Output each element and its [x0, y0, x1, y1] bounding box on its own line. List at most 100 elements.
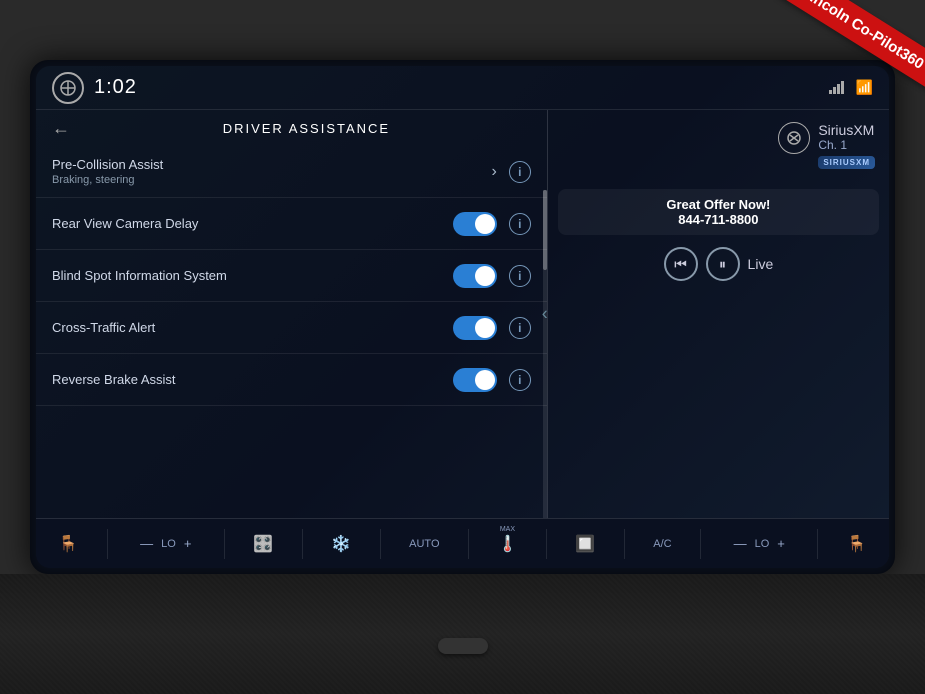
- menu-item-pre-collision[interactable]: Pre-Collision Assist Braking, steering ›…: [36, 146, 547, 198]
- defrost-icon: 🌡️: [497, 534, 517, 554]
- temp-left-group: — LO +: [136, 534, 195, 553]
- info-button-blind-spot[interactable]: i: [509, 265, 531, 287]
- offer-box: Great Offer Now! 844-711-8800: [558, 189, 879, 235]
- reverse-brake-label: Reverse Brake Assist: [52, 372, 453, 387]
- scroll-indicator: [543, 190, 547, 518]
- driver-assistance-panel: ← DRIVER ASSISTANCE Pre-Collision Assist…: [36, 110, 548, 518]
- temp-right-plus-button[interactable]: +: [773, 534, 789, 553]
- blind-spot-label: Blind Spot Information System: [52, 268, 453, 283]
- sirius-panel: ‹ SiriusXM Ch. 1 SIRIUSXM: [548, 110, 889, 518]
- cross-traffic-toggle[interactable]: [453, 316, 497, 340]
- divider: [302, 529, 303, 559]
- divider: [224, 529, 225, 559]
- pre-collision-sub: Braking, steering: [52, 174, 491, 186]
- offer-phone: 844-711-8800: [570, 212, 867, 227]
- sirius-info: SiriusXM Ch. 1 SIRIUSXM: [818, 122, 875, 169]
- back-button[interactable]: ←: [52, 118, 70, 139]
- seat-left-icon: 🪑: [58, 534, 78, 554]
- offer-title: Great Offer Now!: [570, 197, 867, 212]
- sirius-name: SiriusXM: [818, 122, 874, 138]
- cross-traffic-label: Cross-Traffic Alert: [52, 320, 453, 335]
- main-screen: 1:02 📶: [36, 66, 889, 568]
- divider: [380, 529, 381, 559]
- scroll-thumb: [543, 190, 547, 270]
- menu-item-text: Blind Spot Information System: [52, 268, 453, 283]
- toggle-knob: [475, 370, 495, 390]
- fan-group: ❄️: [331, 534, 351, 554]
- reverse-brake-controls: i: [453, 368, 531, 392]
- rewind-button[interactable]: ⏮: [664, 247, 698, 281]
- menu-item-text: Rear View Camera Delay: [52, 216, 453, 231]
- content-area: ← DRIVER ASSISTANCE Pre-Collision Assist…: [36, 110, 889, 518]
- menu-item-cross-traffic[interactable]: Cross-Traffic Alert i: [36, 302, 547, 354]
- rear-defrost-group: 🔲: [575, 534, 595, 554]
- chevron-left-icon: ‹: [542, 304, 548, 325]
- divider: [700, 529, 701, 559]
- info-button-reverse-brake[interactable]: i: [509, 369, 531, 391]
- rear-defrost-icon: 🔲: [575, 534, 595, 554]
- sirius-icon: [778, 122, 810, 154]
- menu-item-text: Pre-Collision Assist Braking, steering: [52, 157, 491, 186]
- info-button-pre-collision[interactable]: i: [509, 161, 531, 183]
- sirius-channel: Ch. 1: [818, 138, 847, 152]
- top-bar: 1:02 📶: [36, 66, 889, 110]
- live-label: Live: [748, 256, 774, 272]
- temp-left-plus-button[interactable]: +: [180, 534, 196, 553]
- defrost-group: MAX 🌡️: [497, 534, 517, 554]
- pre-collision-controls: › i: [491, 161, 530, 183]
- steering-icon: 🎛️: [253, 534, 273, 554]
- reverse-brake-toggle[interactable]: [453, 368, 497, 392]
- seat-right-icon: 🪑: [847, 534, 867, 554]
- panel-header: ← DRIVER ASSISTANCE: [36, 110, 547, 146]
- toggle-knob: [475, 214, 495, 234]
- toggle-knob: [475, 318, 495, 338]
- pause-button[interactable]: ⏸: [706, 247, 740, 281]
- lincoln-logo: [52, 72, 84, 104]
- info-button-rear-view[interactable]: i: [509, 213, 531, 235]
- rear-view-toggle[interactable]: [453, 212, 497, 236]
- menu-item-reverse-brake[interactable]: Reverse Brake Assist i: [36, 354, 547, 406]
- pre-collision-label: Pre-Collision Assist: [52, 157, 491, 172]
- copilot-ribbon-text: Lincoln Co-Pilot360: [778, 0, 925, 90]
- temp-left-minus-button[interactable]: —: [136, 534, 157, 553]
- dash-knob: [438, 638, 488, 654]
- rear-view-controls: i: [453, 212, 531, 236]
- temp-left-lo: LO: [161, 538, 176, 550]
- panel-title: DRIVER ASSISTANCE: [82, 121, 531, 136]
- temp-right-minus-button[interactable]: —: [730, 534, 751, 553]
- auto-label[interactable]: AUTO: [409, 538, 439, 550]
- dash-texture: [0, 574, 925, 694]
- menu-list: Pre-Collision Assist Braking, steering ›…: [36, 146, 547, 518]
- ac-group: A/C: [653, 538, 671, 550]
- blind-spot-controls: i: [453, 264, 531, 288]
- climate-bar: 🪑 — LO + 🎛️ ❄️: [36, 518, 889, 568]
- info-button-cross-traffic[interactable]: i: [509, 317, 531, 339]
- car-frame: Lincoln Co-Pilot360 1:02: [0, 0, 925, 694]
- divider: [817, 529, 818, 559]
- menu-item-blind-spot[interactable]: Blind Spot Information System i: [36, 250, 547, 302]
- temp-right-group: — LO +: [730, 534, 789, 553]
- screen-bezel: 1:02 📶: [30, 60, 895, 574]
- fan-icon: ❄️: [331, 534, 351, 554]
- copilot-badge: Lincoln Co-Pilot360: [765, 0, 925, 100]
- toggle-knob: [475, 266, 495, 286]
- clock-display: 1:02: [94, 76, 137, 99]
- menu-item-rear-view[interactable]: Rear View Camera Delay i: [36, 198, 547, 250]
- sirius-header: SiriusXM Ch. 1 SIRIUSXM: [558, 118, 879, 173]
- seat-left-group: 🪑: [58, 534, 78, 554]
- sirius-logo-badge: SIRIUSXM: [818, 156, 875, 169]
- chevron-right-icon: ›: [491, 163, 496, 181]
- max-label: MAX: [500, 526, 515, 533]
- menu-item-text: Reverse Brake Assist: [52, 372, 453, 387]
- cross-traffic-controls: i: [453, 316, 531, 340]
- divider: [546, 529, 547, 559]
- menu-item-text: Cross-Traffic Alert: [52, 320, 453, 335]
- temp-right-lo: LO: [755, 538, 770, 550]
- blind-spot-toggle[interactable]: [453, 264, 497, 288]
- rear-view-label: Rear View Camera Delay: [52, 216, 453, 231]
- divider: [468, 529, 469, 559]
- divider: [107, 529, 108, 559]
- ac-label[interactable]: A/C: [653, 538, 671, 550]
- auto-group: AUTO: [409, 538, 439, 550]
- player-controls: ⏮ ⏸ Live: [664, 247, 774, 281]
